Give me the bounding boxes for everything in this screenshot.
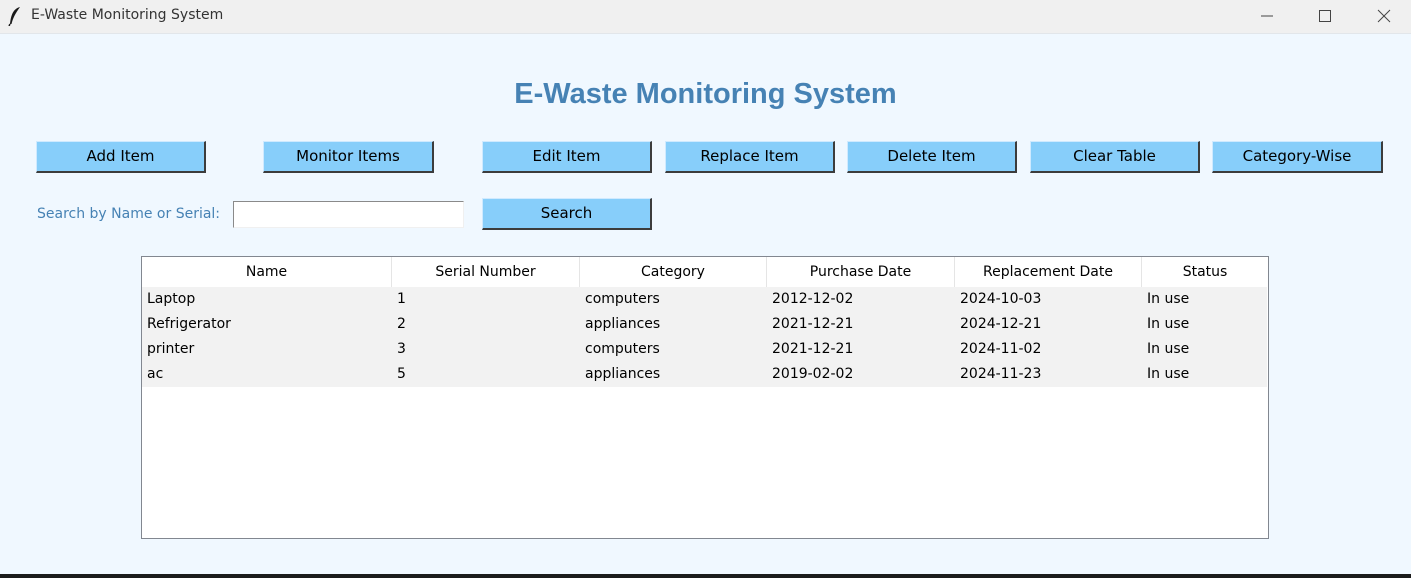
cell-serial-number: 1: [397, 291, 406, 307]
table-row[interactable]: Refrigerator 2 appliances 2021-12-21 202…: [142, 312, 1267, 337]
search-label: Search by Name or Serial:: [37, 206, 221, 222]
cell-replacement-date: 2024-12-21: [960, 316, 1042, 332]
feather-icon: [8, 6, 22, 27]
add-item-button[interactable]: Add Item: [36, 141, 206, 173]
column-header-status[interactable]: Status: [1142, 257, 1268, 287]
cell-name: ac: [147, 366, 164, 382]
cell-category: computers: [585, 341, 660, 357]
items-table[interactable]: Name Serial Number Category Purchase Dat…: [141, 256, 1269, 539]
table-row[interactable]: ac 5 appliances 2019-02-02 2024-11-23 In…: [142, 362, 1267, 387]
cell-replacement-date: 2024-11-02: [960, 341, 1042, 357]
maximize-icon: [1319, 10, 1331, 22]
cell-name: Laptop: [147, 291, 196, 307]
search-input[interactable]: [233, 201, 464, 228]
window-bottom-edge: [0, 574, 1411, 578]
cell-name: Refrigerator: [147, 316, 231, 332]
cell-status: In use: [1147, 291, 1190, 307]
cell-category: appliances: [585, 316, 661, 332]
minimize-button[interactable]: [1244, 0, 1290, 33]
minimize-icon: [1261, 15, 1273, 17]
table-header: Name Serial Number Category Purchase Dat…: [142, 257, 1268, 287]
replace-item-button[interactable]: Replace Item: [665, 141, 835, 173]
column-header-name[interactable]: Name: [142, 257, 392, 287]
cell-replacement-date: 2024-11-23: [960, 366, 1042, 382]
cell-status: In use: [1147, 366, 1190, 382]
cell-purchase-date: 2021-12-21: [772, 316, 854, 332]
clear-table-button[interactable]: Clear Table: [1030, 141, 1200, 173]
column-header-purchase-date[interactable]: Purchase Date: [767, 257, 955, 287]
cell-serial-number: 2: [397, 316, 406, 332]
window-title: E-Waste Monitoring System: [31, 7, 224, 23]
cell-category: computers: [585, 291, 660, 307]
table-row[interactable]: printer 3 computers 2021-12-21 2024-11-0…: [142, 337, 1267, 362]
column-header-serial-number[interactable]: Serial Number: [392, 257, 580, 287]
page-title: E-Waste Monitoring System: [514, 78, 897, 110]
maximize-button[interactable]: [1302, 0, 1348, 33]
cell-name: printer: [147, 341, 195, 357]
cell-purchase-date: 2012-12-02: [772, 291, 854, 307]
column-header-replacement-date[interactable]: Replacement Date: [955, 257, 1142, 287]
cell-status: In use: [1147, 341, 1190, 357]
column-header-category[interactable]: Category: [580, 257, 767, 287]
edit-item-button[interactable]: Edit Item: [482, 141, 652, 173]
close-button[interactable]: [1361, 0, 1407, 33]
cell-purchase-date: 2021-12-21: [772, 341, 854, 357]
close-icon: [1377, 9, 1391, 23]
cell-status: In use: [1147, 316, 1190, 332]
table-row[interactable]: Laptop 1 computers 2012-12-02 2024-10-03…: [142, 287, 1267, 312]
cell-category: appliances: [585, 366, 661, 382]
cell-purchase-date: 2019-02-02: [772, 366, 854, 382]
window-titlebar: E-Waste Monitoring System: [0, 0, 1411, 34]
delete-item-button[interactable]: Delete Item: [847, 141, 1017, 173]
cell-serial-number: 5: [397, 366, 406, 382]
category-wise-button[interactable]: Category-Wise: [1212, 141, 1383, 173]
cell-serial-number: 3: [397, 341, 406, 357]
search-button[interactable]: Search: [482, 198, 652, 230]
cell-replacement-date: 2024-10-03: [960, 291, 1042, 307]
monitor-items-button[interactable]: Monitor Items: [263, 141, 434, 173]
